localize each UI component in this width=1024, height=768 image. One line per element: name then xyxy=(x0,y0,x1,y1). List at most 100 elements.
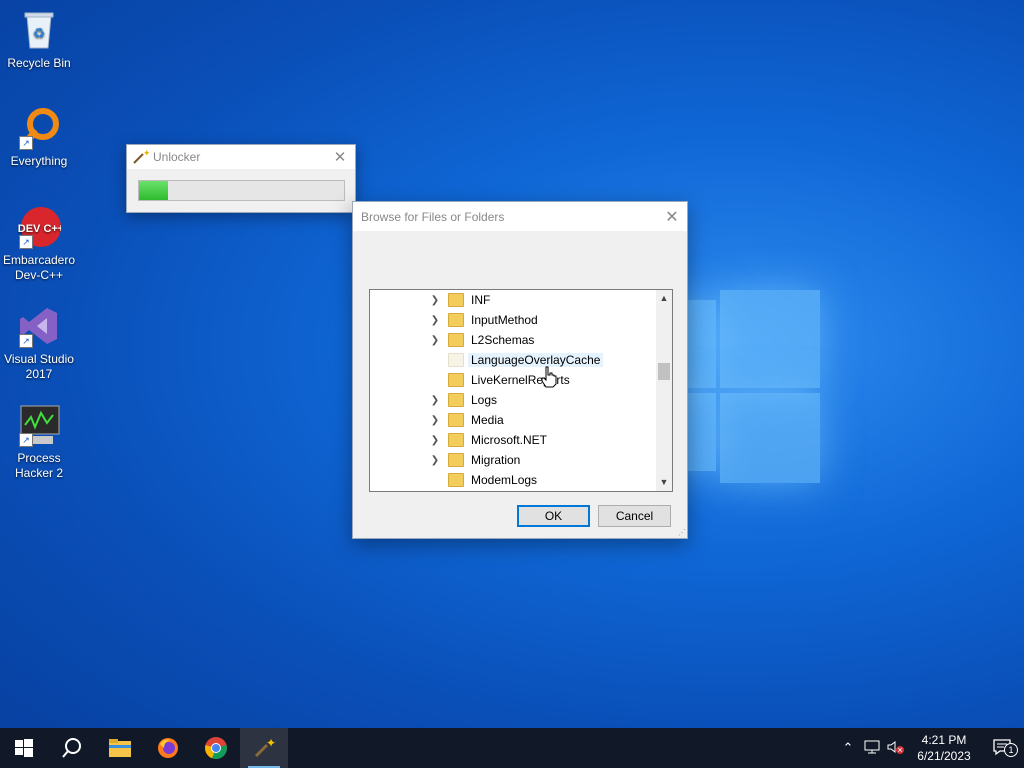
shortcut-arrow-icon: ↗ xyxy=(19,433,33,447)
desktop-icon-label: Embarcadero Dev-C++ xyxy=(2,253,76,282)
folder-icon xyxy=(448,453,464,467)
notification-count-badge: 1 xyxy=(1004,742,1018,757)
unlocker-window: ✦ Unlocker ✕ xyxy=(126,144,356,213)
shortcut-arrow-icon: ↗ xyxy=(19,334,33,348)
ok-button[interactable]: OK xyxy=(517,505,590,527)
tree-item-label: Logs xyxy=(471,393,498,407)
tree-item[interactable]: ❯ Microsoft.NET xyxy=(370,430,656,450)
scroll-up-icon[interactable]: ▲ xyxy=(656,290,672,307)
folder-icon xyxy=(448,433,464,447)
tree-item[interactable]: ❯ Migration xyxy=(370,450,656,470)
cancel-button[interactable]: Cancel xyxy=(598,505,671,527)
clock-date: 6/21/2023 xyxy=(917,749,971,763)
search-icon xyxy=(62,738,81,758)
svg-text:✕: ✕ xyxy=(897,747,903,754)
tree-item[interactable]: ❯ Logs xyxy=(370,390,656,410)
tree-item-label: INF xyxy=(471,293,491,307)
tree-item-label: Media xyxy=(471,413,504,427)
tree-item-label: InputMethod xyxy=(471,313,538,327)
close-icon[interactable]: ✕ xyxy=(657,207,687,227)
unlocker-icon: ✦ xyxy=(254,736,276,758)
start-button[interactable] xyxy=(0,728,48,768)
desktop-icon-recycle-bin[interactable]: ♻ Recycle Bin xyxy=(0,8,78,71)
chevron-right-icon[interactable]: ❯ xyxy=(427,395,443,406)
tree-item[interactable]: ❯ InputMethod xyxy=(370,310,656,330)
taskbar-chrome[interactable] xyxy=(192,728,240,768)
desktop-icon-everything[interactable]: ↗ Everything xyxy=(0,106,78,169)
svg-text:✦: ✦ xyxy=(266,736,276,750)
tree-item-label: LanguageOverlayCache xyxy=(468,353,604,367)
folder-icon xyxy=(448,413,464,427)
taskbar: ✦ ⌃ ✕ 4:21 PM 6/21/2023 1 xyxy=(0,728,1024,768)
action-center-button[interactable]: 1 xyxy=(980,738,1024,759)
start-icon xyxy=(15,739,33,757)
folder-icon xyxy=(448,473,464,487)
close-icon[interactable]: ✕ xyxy=(325,148,355,166)
desktop-icon-visual-studio[interactable]: ↗ Visual Studio 2017 xyxy=(0,304,78,382)
folder-icon xyxy=(448,373,464,387)
tree-item[interactable]: ❯ L2Schemas xyxy=(370,330,656,350)
scroll-down-icon[interactable]: ▼ xyxy=(656,474,672,491)
chevron-right-icon[interactable]: ❯ xyxy=(427,435,443,446)
browse-dialog: Browse for Files or Folders ✕ ▲ ▼ ❯ INF ❯ I… xyxy=(352,201,688,539)
tree-scrollbar[interactable]: ▲ ▼ xyxy=(656,290,672,491)
volume-muted-icon[interactable]: ✕ xyxy=(884,740,908,757)
unlocker-title: Unlocker xyxy=(153,150,201,164)
scroll-thumb[interactable] xyxy=(658,363,670,380)
svg-text:✦: ✦ xyxy=(143,148,149,158)
tree-item[interactable]: ❯ INF xyxy=(370,290,656,310)
desktop-icon-label: Recycle Bin xyxy=(7,56,71,70)
tree-item[interactable]: ModemLogs xyxy=(370,470,656,490)
svg-text:♻: ♻ xyxy=(33,25,46,41)
chevron-right-icon[interactable]: ❯ xyxy=(427,415,443,426)
network-icon[interactable] xyxy=(860,740,884,757)
file-explorer-icon xyxy=(109,739,131,757)
svg-text:DEV C++: DEV C++ xyxy=(18,223,61,235)
tree-item-label: L2Schemas xyxy=(471,333,535,347)
desktop-icon-label: Everything xyxy=(10,154,68,168)
chevron-right-icon[interactable]: ❯ xyxy=(427,315,443,326)
desktop-icon-devcpp[interactable]: DEV C++ ↗ Embarcadero Dev-C++ xyxy=(0,205,78,283)
chevron-up-icon[interactable]: ⌃ xyxy=(836,740,860,756)
tree-item-label: ModemLogs xyxy=(471,473,538,487)
desktop-icon-label: Process Hacker 2 xyxy=(14,451,64,480)
firefox-icon xyxy=(158,738,178,758)
folder-icon xyxy=(448,293,464,307)
taskbar-search-button[interactable] xyxy=(48,728,96,768)
visual-studio-icon: ↗ xyxy=(17,304,61,348)
resize-grip-icon[interactable]: ⋰ xyxy=(678,528,686,537)
recycle-bin-icon: ♻ xyxy=(17,8,61,52)
tree-item[interactable]: ❯ Media xyxy=(370,410,656,430)
chevron-right-icon[interactable]: ❯ xyxy=(427,295,443,306)
folder-icon xyxy=(448,333,464,347)
unlocker-wand-icon: ✦ xyxy=(131,148,151,166)
folder-tree[interactable]: ▲ ▼ ❯ INF ❯ InputMethod ❯ L2Schemas LanguageOv… xyxy=(369,289,673,492)
desktop-icon-label: Visual Studio 2017 xyxy=(4,352,74,381)
clock-time: 4:21 PM xyxy=(921,733,967,747)
tree-item[interactable]: LanguageOverlayCache xyxy=(370,350,656,370)
chevron-right-icon[interactable]: ❯ xyxy=(427,335,443,346)
unlocker-progress-bar xyxy=(138,180,345,201)
chevron-right-icon[interactable]: ❯ xyxy=(427,455,443,466)
browse-titlebar[interactable]: Browse for Files or Folders ✕ xyxy=(353,202,687,231)
progress-fill xyxy=(139,181,168,200)
browse-title: Browse for Files or Folders xyxy=(361,209,505,224)
folder-icon xyxy=(448,393,464,407)
taskbar-clock[interactable]: 4:21 PM 6/21/2023 xyxy=(908,732,980,764)
shortcut-arrow-icon: ↗ xyxy=(19,235,33,249)
taskbar-file-explorer[interactable] xyxy=(96,728,144,768)
chrome-icon xyxy=(205,737,227,760)
tree-item-label: Microsoft.NET xyxy=(471,433,548,447)
hand-cursor-icon xyxy=(541,366,557,388)
system-tray: ⌃ ✕ 4:21 PM 6/21/2023 1 xyxy=(836,728,1024,768)
shortcut-arrow-icon: ↗ xyxy=(19,136,33,150)
everything-search-icon: ↗ xyxy=(17,106,61,150)
unlocker-titlebar[interactable]: ✦ Unlocker ✕ xyxy=(127,145,355,169)
process-hacker-icon: ↗ xyxy=(17,403,61,447)
desktop-icon-process-hacker[interactable]: ↗ Process Hacker 2 xyxy=(0,403,78,481)
tree-item[interactable]: LiveKernelReports xyxy=(370,370,656,390)
taskbar-unlocker[interactable]: ✦ xyxy=(240,728,288,768)
taskbar-firefox[interactable] xyxy=(144,728,192,768)
tree-item-label: Migration xyxy=(471,453,521,467)
devcpp-icon: DEV C++ ↗ xyxy=(17,205,64,249)
